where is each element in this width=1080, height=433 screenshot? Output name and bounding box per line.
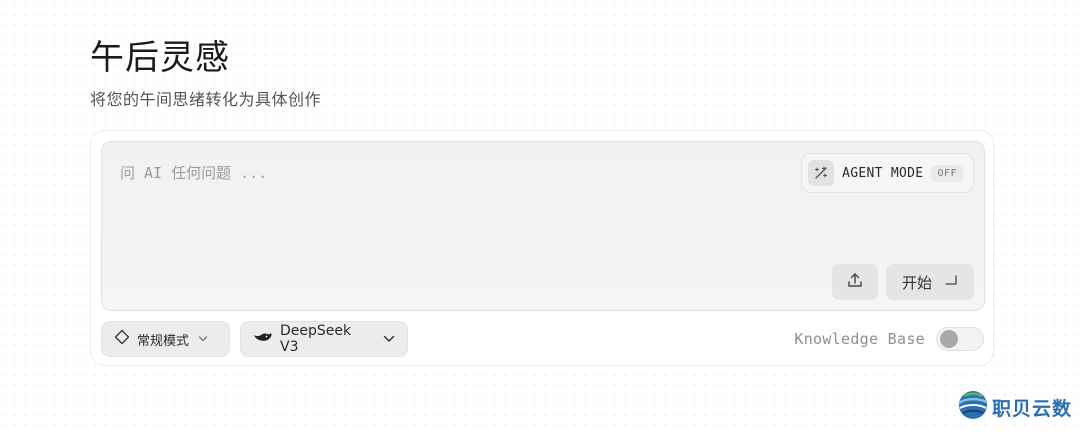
chevron-down-icon xyxy=(198,333,208,346)
page-title: 午后灵感 xyxy=(90,38,230,78)
agent-mode-toggle[interactable]: AGENT MODE OFF xyxy=(801,153,974,193)
globe-logo-icon xyxy=(956,388,990,426)
model-selector[interactable]: DeepSeek V3 xyxy=(240,321,408,357)
watermark-text: 职贝云数 xyxy=(991,397,1072,420)
agent-mode-state-badge: OFF xyxy=(931,164,963,182)
mode-selector-value: 常规模式 xyxy=(137,333,190,349)
diamond-icon xyxy=(114,329,130,349)
model-selector-value: DeepSeek V3 xyxy=(280,323,352,355)
prompt-input[interactable] xyxy=(120,164,720,182)
deepseek-whale-icon xyxy=(253,330,273,348)
upload-icon xyxy=(846,271,864,293)
mode-selector[interactable]: 常规模式 xyxy=(101,321,230,357)
magic-wand-icon xyxy=(808,160,835,186)
toggle-knob xyxy=(940,330,958,348)
start-button-label: 开始 xyxy=(901,273,932,292)
upload-button[interactable] xyxy=(832,264,878,300)
start-button[interactable]: 开始 xyxy=(886,264,974,300)
composer-card: AGENT MODE OFF 开始 xyxy=(90,130,994,366)
brand-watermark: 职贝云数 xyxy=(956,388,1072,426)
chevron-down-icon xyxy=(383,333,395,346)
knowledge-base-label: Knowledge Base xyxy=(794,330,925,348)
knowledge-base-toggle[interactable] xyxy=(936,327,984,351)
agent-mode-label: AGENT MODE xyxy=(842,165,924,181)
page-subtitle: 将您的午间思绪转化为具体创作 xyxy=(90,90,322,109)
enter-icon xyxy=(944,273,958,291)
prompt-area[interactable]: AGENT MODE OFF 开始 xyxy=(101,141,985,311)
page: 午后灵感 将您的午间思绪转化为具体创作 AGENT MODE xyxy=(0,0,1080,433)
